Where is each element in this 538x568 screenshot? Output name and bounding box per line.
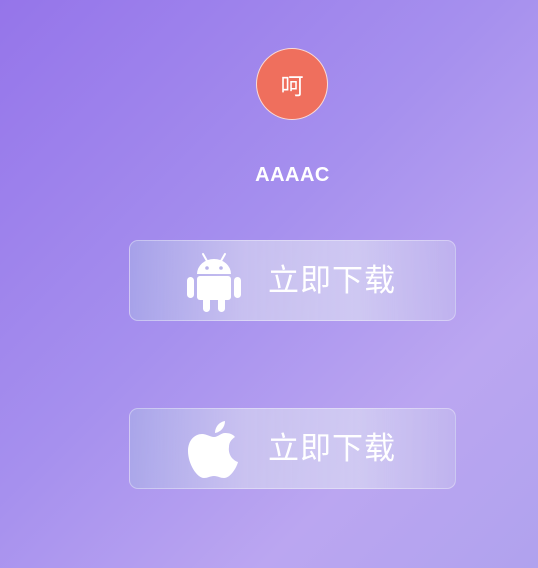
ios-download-button[interactable]: 立即下载 (129, 408, 456, 489)
avatar: 呵 (256, 48, 328, 120)
avatar-text: 呵 (280, 74, 304, 100)
apple-icon (188, 421, 238, 478)
app-name: AAAAC (255, 164, 330, 186)
android-download-button[interactable]: 立即下载 (129, 240, 456, 321)
android-download-label: 立即下载 (268, 263, 396, 299)
android-icon (187, 253, 241, 312)
ios-download-label: 立即下载 (268, 431, 396, 467)
